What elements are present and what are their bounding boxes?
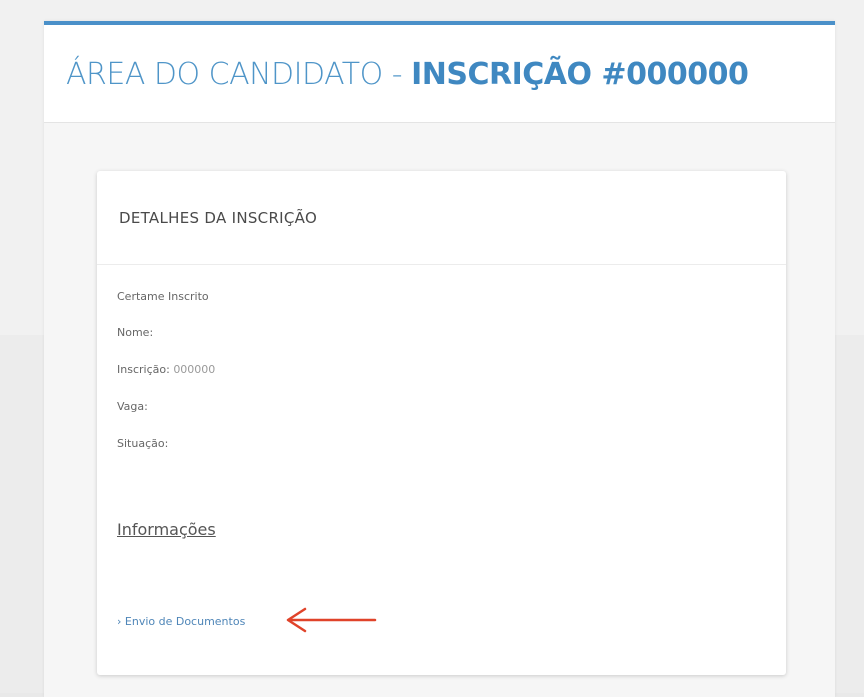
panel-header: ÁREA DO CANDIDATO - INSCRIÇÃO #000000 xyxy=(44,25,835,123)
information-heading: Informações xyxy=(117,520,216,539)
field-registration-value: 000000 xyxy=(173,363,216,376)
field-exam: Certame Inscrito xyxy=(117,290,209,303)
field-status-label: Situação: xyxy=(117,437,169,450)
registration-number-title: INSCRIÇÃO #000000 xyxy=(411,57,749,92)
candidate-area-panel: ÁREA DO CANDIDATO - INSCRIÇÃO #000000 DE… xyxy=(44,21,835,697)
details-card-header: DETALHES DA INSCRIÇÃO xyxy=(97,171,786,265)
page-title: ÁREA DO CANDIDATO - INSCRIÇÃO #000000 xyxy=(66,57,749,92)
left-arrow-icon xyxy=(286,607,377,633)
field-registration: Inscrição: 000000 xyxy=(117,363,215,376)
details-card-title: DETALHES DA INSCRIÇÃO xyxy=(119,209,318,227)
page-title-prefix: ÁREA DO CANDIDATO - xyxy=(66,57,412,92)
field-name-label: Nome: xyxy=(117,326,154,339)
field-exam-label: Certame Inscrito xyxy=(117,290,209,303)
registration-details-card: DETALHES DA INSCRIÇÃO Certame Inscrito N… xyxy=(97,171,786,675)
field-name: Nome: xyxy=(117,326,153,339)
field-status: Situação: xyxy=(117,437,168,450)
field-vacancy: Vaga: xyxy=(117,400,148,413)
document-upload-link[interactable]: › Envio de Documentos xyxy=(117,615,245,628)
field-vacancy-label: Vaga: xyxy=(117,400,148,413)
field-registration-label: Inscrição: xyxy=(117,363,170,376)
